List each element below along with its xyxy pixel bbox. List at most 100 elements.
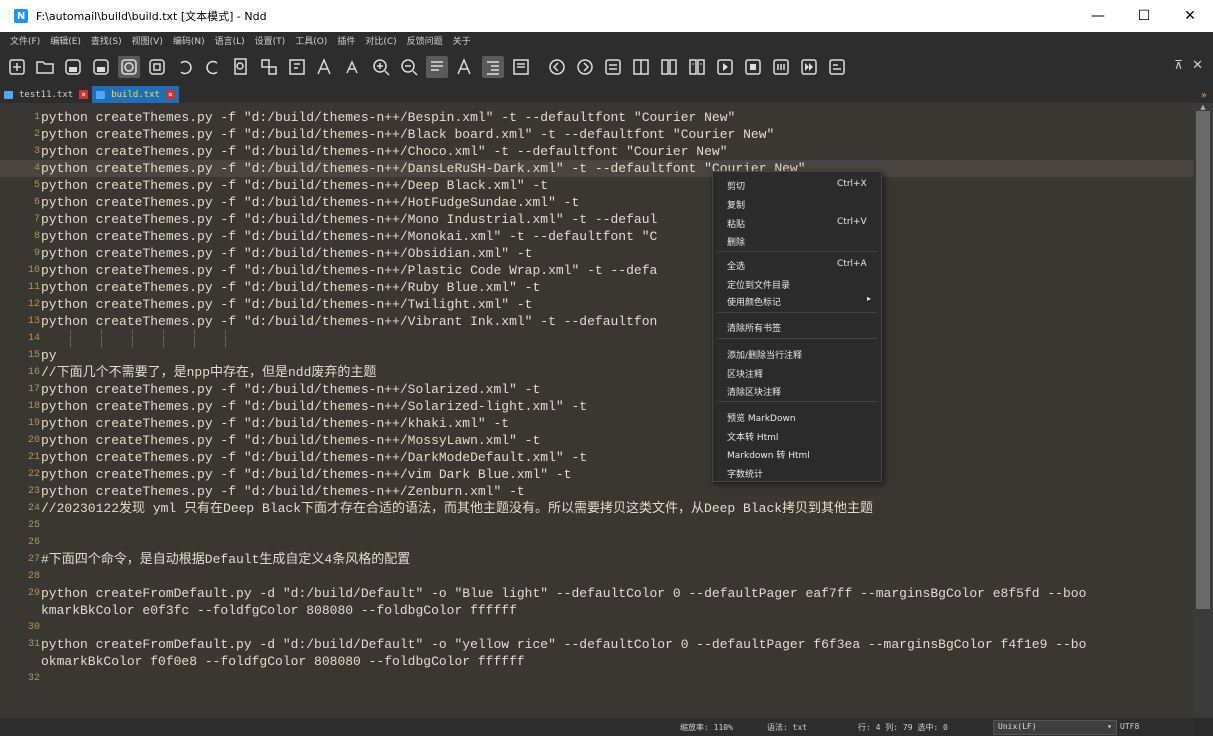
minimize-button[interactable]: — (1075, 0, 1121, 32)
doc-icon[interactable] (602, 56, 624, 78)
menu-file[interactable]: 文件(F) (10, 34, 40, 47)
wrap-icon[interactable] (426, 56, 448, 78)
context-menu-item[interactable]: 复制 (713, 195, 881, 213)
zoom-font-down-icon[interactable] (342, 56, 364, 78)
close-button[interactable]: ✕ (1167, 0, 1213, 32)
context-menu-item[interactable]: 剪切 Ctrl+X (713, 176, 881, 194)
compare-file-icon[interactable] (658, 56, 680, 78)
context-menu-item[interactable]: 添加/删除当行注释 (713, 345, 881, 363)
indent-guide-icon[interactable] (482, 56, 504, 78)
menu-edit[interactable]: 编辑(E) (50, 34, 81, 47)
menu-language[interactable]: 语言(L) (215, 34, 245, 47)
scrollbar-thumb[interactable] (1196, 111, 1210, 609)
line-number: 6 (33, 197, 40, 208)
status-bar: 缩放率: 110% 语法: txt 行: 4 列: 79 选中: 0 Unix(… (0, 718, 1193, 736)
zoom-font-up-icon[interactable] (314, 56, 336, 78)
toolbar-close-icon[interactable]: ✕ (1192, 58, 1203, 73)
line-text: python createThemes.py -f "d:/build/them… (41, 263, 658, 278)
prev-icon[interactable] (546, 56, 568, 78)
macro-record-icon[interactable] (770, 56, 792, 78)
macro-play-icon[interactable] (714, 56, 736, 78)
fold-margin[interactable] (0, 103, 14, 718)
redo-icon[interactable] (202, 56, 224, 78)
close-all-icon[interactable] (146, 56, 168, 78)
panel-icon[interactable] (630, 56, 652, 78)
save-macro-icon[interactable] (826, 56, 848, 78)
undo-icon[interactable] (174, 56, 196, 78)
eol-select[interactable]: Unix(LF) ▾ (993, 720, 1117, 735)
menu-bar: 文件(F) 编辑(E) 查找(S) 视图(V) 编码(N) 语言(L) 设置(T… (0, 32, 1213, 48)
context-menu-item[interactable]: 删除 (713, 232, 881, 250)
context-menu-item[interactable]: 粘贴 Ctrl+V (713, 214, 881, 232)
menu-item-label: 预览 MarkDown (727, 414, 796, 424)
tab-close-icon[interactable]: × (79, 90, 89, 99)
find-in-dir-icon[interactable] (286, 56, 308, 78)
save-all-icon[interactable] (90, 56, 112, 78)
context-menu: 剪切 Ctrl+X 复制粘贴 Ctrl+V 删除全选 Ctrl+A 定位到文件目录 使用颜色标… (712, 171, 882, 482)
indent-guide (194, 330, 195, 347)
context-menu-item[interactable]: 预览 MarkDown (713, 408, 881, 426)
context-menu-item[interactable]: 清除所有书签 (713, 318, 881, 336)
tab-close-icon[interactable]: × (165, 90, 175, 99)
line-text: python createThemes.py -f "d:/build/them… (41, 110, 736, 125)
menu-feedback[interactable]: 反馈问题 (407, 34, 443, 47)
menu-encoding[interactable]: 编码(N) (173, 34, 205, 47)
line-number: 28 (27, 571, 40, 582)
tab-label: build.txt (111, 89, 160, 100)
chevron-down-icon: ▾ (1107, 722, 1112, 731)
new-file-icon[interactable] (6, 56, 28, 78)
context-menu-item[interactable]: Markdown 转 Html (713, 445, 881, 463)
context-menu-item[interactable]: 清除区块注释 (713, 382, 881, 400)
menu-tools[interactable]: 工具(O) (295, 34, 327, 47)
menu-plugins[interactable]: 插件 (337, 34, 355, 47)
context-menu-item[interactable]: 定位到文件目录 (713, 275, 881, 293)
context-menu-item[interactable]: 区块注释 (713, 364, 881, 382)
menu-item-label: 定位到文件目录 (727, 281, 791, 291)
tab-test11[interactable]: test11.txt × (0, 86, 92, 103)
zoom-out-icon[interactable] (398, 56, 420, 78)
context-menu-item[interactable]: 全选 Ctrl+A (713, 256, 881, 274)
compare-dir-icon[interactable] (686, 56, 708, 78)
pin-icon[interactable]: ⊼ (1174, 58, 1183, 72)
close-doc-icon[interactable] (118, 56, 140, 78)
text-editor[interactable]: 1 python createThemes.py -f "d:/build/the… (0, 103, 1193, 718)
scroll-up-icon[interactable]: ▲ (1193, 103, 1213, 111)
macro-run-multi-icon[interactable] (798, 56, 820, 78)
language-status: 语法: txt (767, 723, 808, 732)
line-text: python createThemes.py -f "d:/build/them… (41, 399, 588, 414)
menu-item-label: 删除 (727, 238, 746, 248)
encoding-status[interactable]: UTF8 (1120, 722, 1139, 731)
zoom-in-icon[interactable] (370, 56, 392, 78)
menu-item-label: 全选 (727, 262, 746, 272)
line-number: 26 (27, 537, 40, 548)
replace-icon[interactable] (258, 56, 280, 78)
menu-view[interactable]: 视图(V) (132, 34, 163, 47)
menu-item-label: 清除所有书签 (727, 324, 782, 334)
context-menu-item[interactable]: 使用颜色标记 ▸ (713, 292, 881, 310)
context-menu-item[interactable]: 文本转 Html (713, 427, 881, 445)
vertical-scrollbar[interactable]: ▲ (1193, 103, 1213, 718)
menu-compare[interactable]: 对比(C) (365, 34, 396, 47)
open-folder-icon[interactable] (34, 56, 56, 78)
menu-search[interactable]: 查找(S) (91, 34, 122, 47)
line-text: python createThemes.py -f "d:/build/them… (41, 195, 580, 210)
preview-icon[interactable] (510, 56, 532, 78)
line-text: python createThemes.py -f "d:/build/them… (41, 178, 549, 193)
line-text: python createThemes.py -f "d:/build/them… (41, 433, 541, 448)
tab-overflow-icon[interactable]: » (1201, 90, 1207, 101)
line-number: 9 (33, 248, 40, 259)
next-icon[interactable] (574, 56, 596, 78)
find-icon[interactable] (230, 56, 252, 78)
editor-line[interactable]: 4 python createThemes.py -f "d:/build/the… (0, 160, 1193, 177)
show-whitespace-icon[interactable] (454, 56, 476, 78)
menu-about[interactable]: 关于 (453, 34, 471, 47)
tab-build[interactable]: build.txt × (92, 86, 179, 103)
menu-settings[interactable]: 设置(T) (255, 34, 286, 47)
line-number: 5 (33, 180, 40, 191)
menu-item-label: 复制 (727, 201, 746, 211)
macro-stop-icon[interactable] (742, 56, 764, 78)
maximize-button[interactable]: ☐ (1121, 0, 1167, 32)
save-icon[interactable] (62, 56, 84, 78)
line-number: 29 (27, 588, 40, 599)
context-menu-item[interactable]: 字数统计 (713, 464, 881, 482)
